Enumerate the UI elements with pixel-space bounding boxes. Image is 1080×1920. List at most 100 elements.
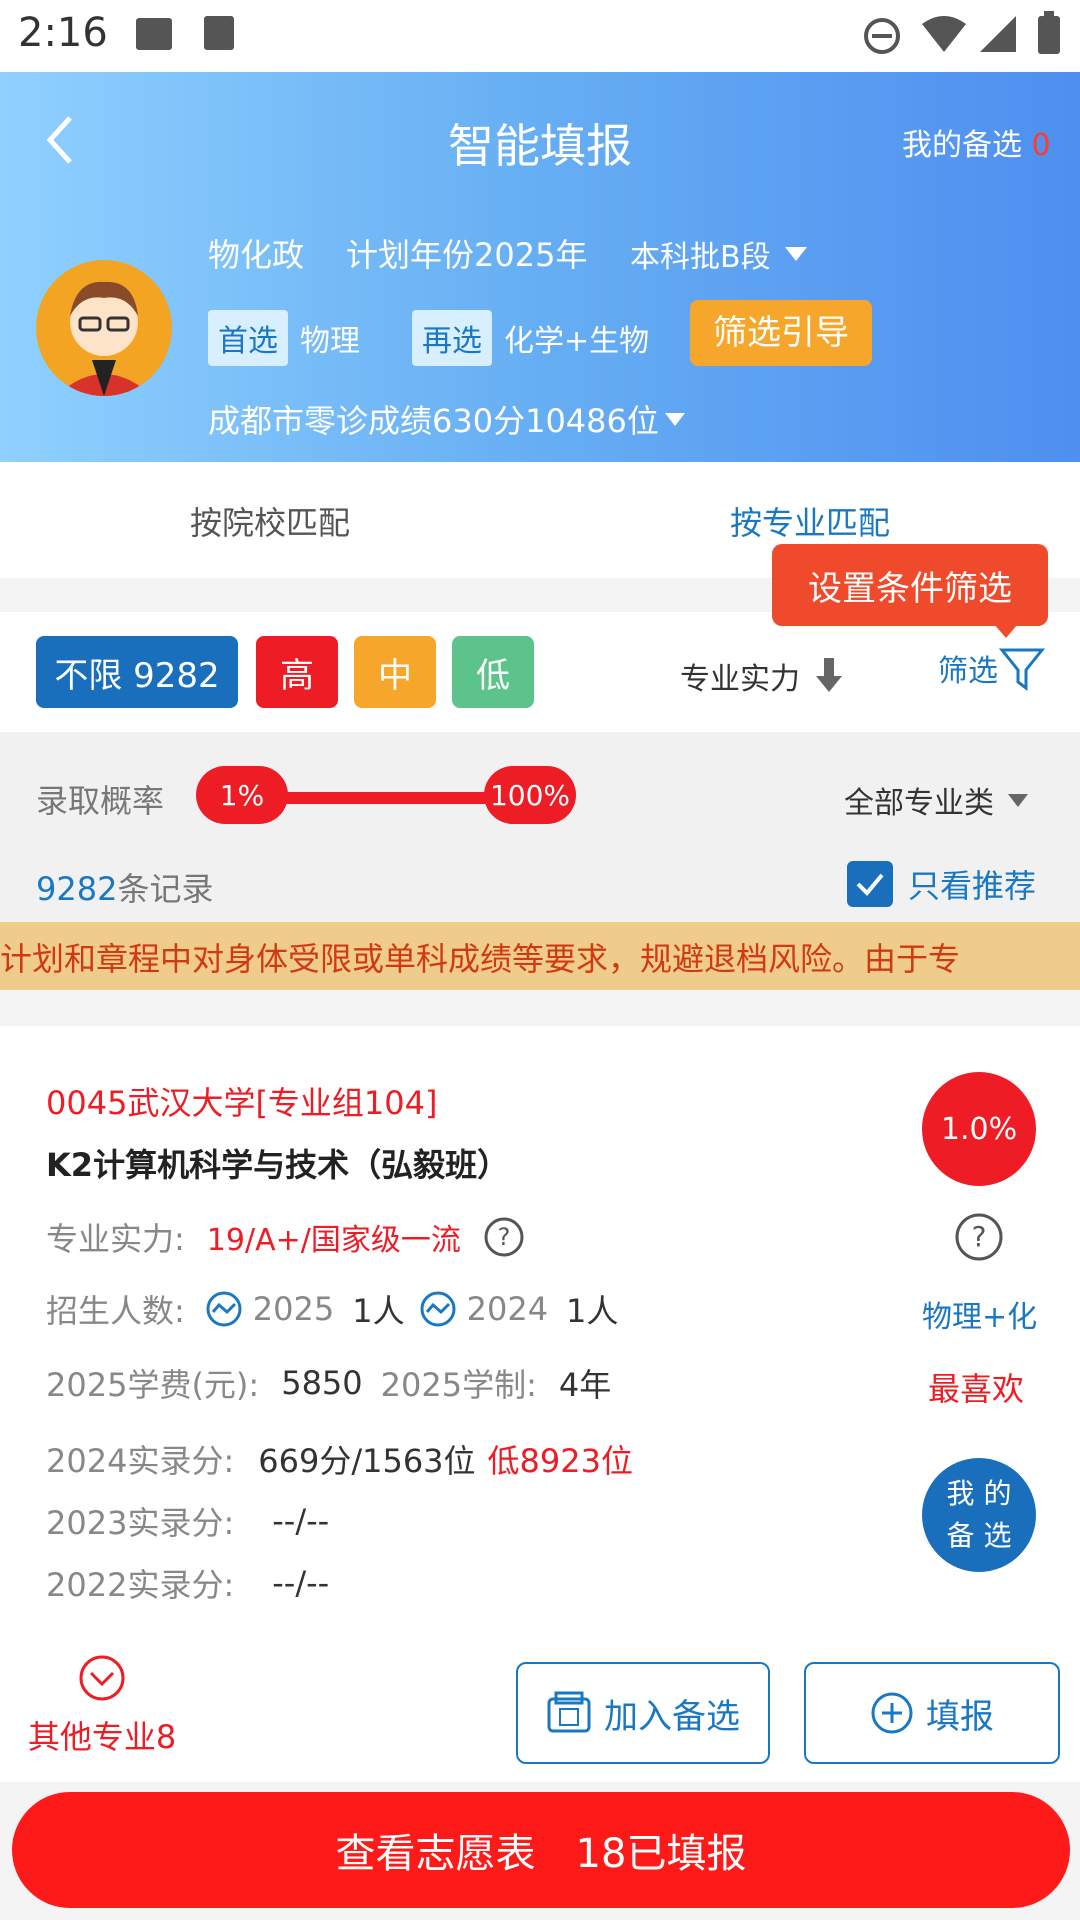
filter-label: 筛选 — [938, 654, 998, 689]
enroll-year-2: 2024 — [466, 1290, 549, 1328]
float-line-2: 备 选 — [946, 1519, 1012, 1552]
first-choice-value: 物理 — [300, 324, 360, 359]
major-category-select[interactable]: 全部专业类 — [844, 778, 1028, 822]
shortlist-label: 我的备选 — [902, 128, 1022, 163]
probability-badge: 1.0% — [922, 1072, 1036, 1186]
chevron-down-circle-icon — [79, 1655, 125, 1701]
first-choice-tag: 首选 — [208, 310, 288, 366]
tooltip-arrow — [994, 624, 1018, 638]
enroll-count-2: 1人 — [566, 1292, 619, 1330]
filter-tooltip: 设置条件筛选 — [772, 544, 1048, 626]
school-name[interactable]: 0045武汉大学[专业组104] — [46, 1078, 438, 1124]
plus-circle-icon — [871, 1692, 913, 1734]
major-category-label: 全部专业类 — [844, 786, 994, 821]
status-bar: 2:16 — [0, 0, 1080, 72]
checkbox-checked-icon — [847, 861, 893, 907]
my-shortlist-float-button[interactable]: 我 的 备 选 — [922, 1458, 1036, 1572]
help-icon[interactable]: ? — [954, 1212, 1004, 1262]
recommend-only-toggle[interactable]: 只看推荐 — [846, 860, 1036, 908]
other-majors-label: 其他专业8 — [27, 1718, 177, 1756]
score-2023-row: 2023实录分: --/-- — [46, 1498, 329, 1544]
plan-year: 计划年份2025年 — [346, 236, 588, 274]
score-info: 成都市零诊成绩630分10486位 — [208, 402, 659, 440]
apply-label: 填报 — [926, 1696, 994, 1737]
major-name[interactable]: K2计算机科学与技术（弘毅班） — [46, 1140, 509, 1186]
major-card[interactable]: 0045武汉大学[专业组104] K2计算机科学与技术（弘毅班） 1.0% 专业… — [0, 1026, 1080, 1782]
caret-down-icon — [664, 412, 685, 426]
svg-text:?: ? — [972, 1220, 987, 1253]
help-icon[interactable]: ? — [483, 1216, 525, 1258]
first-choice: 首选 物理 — [208, 310, 360, 366]
trend-icon[interactable] — [205, 1290, 243, 1328]
probability-max-handle[interactable]: 100% — [484, 766, 576, 824]
record-count: 9282条记录 — [36, 864, 213, 910]
enroll-label: 招生人数: — [46, 1292, 185, 1330]
shortlist-link[interactable]: 我的备选 0 — [902, 120, 1051, 164]
recommend-only-label: 只看推荐 — [908, 867, 1037, 905]
tuition-row: 2025学费(元): 5850 2025学制: 4年 — [46, 1360, 611, 1406]
second-choice-value: 化学+生物 — [504, 324, 650, 359]
sort-label: 专业实力 — [680, 662, 800, 697]
record-count-number: 9282 — [36, 870, 118, 908]
score-2022-value: --/-- — [272, 1564, 330, 1602]
view-application-button[interactable]: 查看志愿表 18已填报 — [12, 1792, 1070, 1908]
font-icon — [204, 16, 234, 50]
filter-mid-chip[interactable]: 中 — [354, 636, 436, 708]
filter-high-chip[interactable]: 高 — [256, 636, 338, 708]
avatar — [36, 260, 172, 396]
filter-row: 不限 9282 高 中 低 专业实力 筛选 — [0, 612, 1080, 732]
second-choice-tag: 再选 — [412, 310, 492, 366]
tab-by-school[interactable]: 按院校匹配 — [0, 498, 540, 544]
status-time: 2:16 — [18, 10, 108, 56]
probability-min-handle[interactable]: 1% — [196, 766, 288, 824]
filter-all-chip[interactable]: 不限 9282 — [36, 636, 238, 708]
batch-label: 本科批B段 — [630, 240, 771, 275]
trend-icon[interactable] — [419, 1290, 457, 1328]
batch-select[interactable]: 本科批B段 — [630, 232, 807, 276]
enroll-count-1: 1人 — [352, 1292, 405, 1330]
arrow-down-icon — [816, 658, 842, 692]
svg-text:?: ? — [497, 1223, 510, 1251]
score-2023-label: 2023实录分: — [46, 1504, 235, 1542]
image-icon — [136, 18, 172, 50]
tuition-value: 5850 — [281, 1364, 363, 1402]
filter-button[interactable]: 筛选 — [938, 644, 1046, 692]
score-select[interactable]: 成都市零诊成绩630分10486位 — [208, 396, 685, 442]
funnel-icon — [998, 648, 1046, 691]
duration-label: 2025学制: — [380, 1366, 537, 1404]
favorite-label: 最喜欢 — [928, 1370, 1025, 1408]
record-count-suffix: 条记录 — [117, 870, 214, 908]
signal-icon — [980, 16, 1016, 52]
score-2024-value: 669分/1563位 — [258, 1442, 476, 1480]
strength-row: 专业实力: 19/A+/国家级一流 ? — [46, 1214, 525, 1260]
tuition-label: 2025学费(元): — [46, 1366, 260, 1404]
probability-row: 录取概率 1% 100% 全部专业类 9282条记录 只看推荐 — [0, 732, 1080, 922]
sort-strength[interactable]: 专业实力 — [680, 654, 844, 698]
battery-icon — [1038, 11, 1060, 54]
add-to-shortlist-label: 加入备选 — [604, 1696, 740, 1737]
filter-guide-button[interactable]: 筛选引导 — [690, 300, 872, 366]
avatar-face — [56, 281, 152, 396]
apply-button[interactable]: 填报 — [804, 1662, 1060, 1764]
subjects: 物化政 — [208, 236, 305, 274]
score-2023-value: --/-- — [272, 1502, 330, 1540]
tab-by-major[interactable]: 按专业匹配 — [540, 498, 1080, 544]
subject-requirement: 物理+化 — [922, 1300, 1038, 1335]
score-2022-row: 2022实录分: --/-- — [46, 1560, 329, 1606]
other-majors-toggle[interactable]: 其他专业8 — [20, 1654, 184, 1758]
wifi-icon — [922, 16, 966, 52]
add-to-shortlist-button[interactable]: 加入备选 — [516, 1662, 770, 1764]
strength-label: 专业实力: — [46, 1220, 185, 1258]
enroll-year-1: 2025 — [252, 1290, 335, 1328]
score-2024-label: 2024实录分: — [46, 1442, 235, 1480]
strength-value: 19/A+/国家级一流 — [206, 1223, 461, 1258]
float-line-1: 我 的 — [946, 1477, 1012, 1510]
notice-text: 计划和章程中对身体受限或单科成绩等要求，规避退档风险。由于专 — [0, 940, 961, 978]
filter-low-chip[interactable]: 低 — [452, 636, 534, 708]
probability-label: 录取概率 — [36, 782, 165, 820]
second-choice: 再选 化学+生物 — [412, 310, 649, 366]
caret-down-icon — [1008, 793, 1028, 807]
header: 智能填报 我的备选 0 物化政 计划年份2025年 本科批B段 首选 物理 再选… — [0, 72, 1080, 462]
score-2024-diff: 低8923位 — [487, 1442, 633, 1480]
enroll-row: 招生人数: 2025 1人 2024 1人 — [46, 1286, 618, 1332]
